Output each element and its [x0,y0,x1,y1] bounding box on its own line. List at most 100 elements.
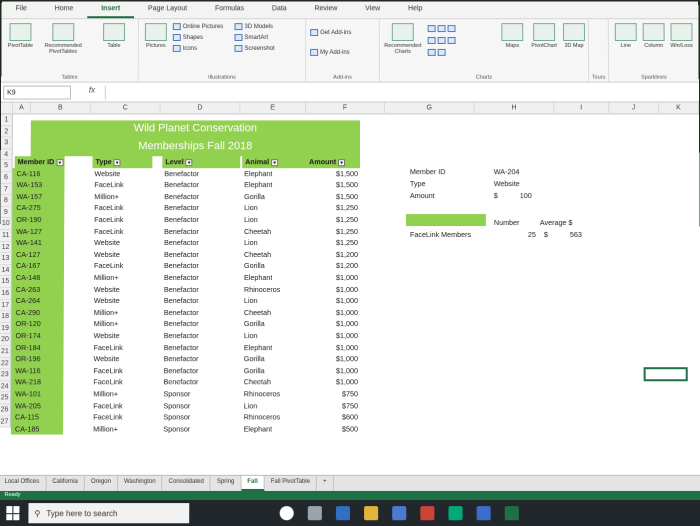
worksheet-grid[interactable]: Wild Planet Conservation Memberships Fal… [0,114,700,475]
column-header-A[interactable]: A [12,102,31,115]
table-cell-amount[interactable]: $1,250 [312,237,358,249]
row-header[interactable]: 21 [0,346,12,358]
sheet-tab-oregon[interactable]: Oregon [84,475,118,491]
row-header[interactable]: 26 [0,404,12,417]
table-cell-type[interactable]: Million+ [94,191,119,203]
table-cell-level[interactable]: Sponsor [163,423,190,435]
table-header-amount[interactable]: Amount ▾ [306,156,360,168]
smartart-button[interactable]: SmartArt [234,34,268,41]
row-header[interactable]: 6 [0,172,13,184]
table-cell-type[interactable]: Million+ [93,388,118,400]
table-cell-animal[interactable]: Lion [244,214,258,226]
table-cell-level[interactable]: Benefactor [164,330,199,342]
table-cell-level[interactable]: Benefactor [164,249,199,261]
name-box[interactable]: K9 [3,85,71,100]
table-cell-member-id[interactable]: WA-116 [15,365,40,377]
pivottable-button[interactable]: PivotTable [5,23,35,49]
row-header[interactable]: 1 [0,114,13,126]
table-cell-animal[interactable]: Lion [244,295,258,307]
select-all-corner[interactable] [1,102,14,115]
cortana-icon[interactable] [279,506,294,521]
table-cell-member-id[interactable]: OR-120 [16,318,41,330]
scatter-chart-button[interactable] [427,48,446,56]
table-cell-member-id[interactable]: WA-127 [16,226,42,238]
formula-input[interactable] [104,85,697,100]
table-cell-type[interactable]: Million+ [94,307,119,319]
stats-average-header[interactable]: Average $ [540,218,573,227]
table-cell-amount[interactable]: $1,200 [312,260,358,272]
table-cell-level[interactable]: Benefactor [164,237,199,249]
sheet-tab-local-offices[interactable]: Local Offices [0,475,47,491]
sheet-title[interactable]: Wild Planet Conservation [30,120,360,139]
menu-tab-review[interactable]: Review [301,1,352,18]
table-cell-type[interactable]: Million+ [94,318,119,330]
table-cell-animal[interactable]: Cheetah [244,377,271,389]
lookup-type-value[interactable]: Website [494,179,520,188]
row-header[interactable]: 23 [0,369,12,382]
table-cell-amount[interactable]: $1,500 [312,191,358,203]
chrome-icon[interactable] [420,506,435,521]
windows-start-icon[interactable] [6,506,20,521]
row-header[interactable]: 19 [0,322,12,335]
table-cell-amount[interactable]: $1,000 [312,365,358,377]
taskbar-search[interactable]: ⚲ Type here to search [28,503,190,524]
recommended-charts-button[interactable]: Recommended Charts [384,23,422,55]
row-header[interactable]: 7 [0,183,13,196]
row-header[interactable]: 18 [0,311,12,323]
row-header[interactable]: 10 [0,218,13,231]
table-cell-member-id[interactable]: CA-263 [16,284,40,296]
table-cell-level[interactable]: Benefactor [164,272,199,284]
file-explorer-icon[interactable] [364,506,379,521]
screenshot-button[interactable]: Screenshot [234,44,275,52]
menu-tab-file[interactable]: File [2,1,41,18]
filter-dropdown-icon[interactable]: ▾ [185,158,193,166]
row-header[interactable]: 22 [0,357,12,370]
column-header-G[interactable]: G [384,102,475,115]
app-icon[interactable] [448,506,463,521]
filter-dropdown-icon[interactable]: ▾ [271,158,279,166]
table-cell-level[interactable]: Benefactor [164,318,199,330]
table-cell-type[interactable]: Website [94,330,120,342]
table-cell-member-id[interactable]: CA-264 [16,295,40,307]
table-cell-type[interactable]: Website [94,168,120,180]
lookup-member-id-label[interactable]: Member ID [410,167,445,176]
sheet-subtitle[interactable]: Memberships Fall 2018 [30,138,360,157]
sheet-tab-fall[interactable]: Fall [241,475,265,491]
table-cell-level[interactable]: Sponsor [163,400,190,412]
row-header[interactable]: 20 [0,334,12,347]
table-header-level[interactable]: Level ▾ [162,156,241,168]
sheet-tab-washington[interactable]: Washington [117,475,163,491]
column-header-D[interactable]: D [160,102,241,115]
table-cell-level[interactable]: Benefactor [164,295,199,307]
row-header[interactable]: 27 [0,416,11,428]
table-cell-type[interactable]: Million+ [94,272,119,284]
table-cell-animal[interactable]: Rhinoceros [244,412,280,424]
table-cell-amount[interactable]: $1,000 [312,272,358,284]
table-cell-level[interactable]: Benefactor [164,260,199,272]
table-cell-level[interactable]: Benefactor [164,307,199,319]
table-cell-amount[interactable]: $1,500 [312,168,358,180]
fx-icon[interactable]: fx [89,86,95,95]
table-cell-animal[interactable]: Elephant [244,168,272,180]
table-cell-animal[interactable]: Cheetah [244,307,271,319]
bar-chart-button[interactable] [427,37,456,44]
table-cell-animal[interactable]: Elephant [244,423,272,435]
table-cell-member-id[interactable]: CA-275 [16,202,40,214]
excel-icon[interactable] [504,506,519,521]
add-sheet-icon[interactable]: + [317,475,334,491]
table-cell-member-id[interactable]: CA-115 [15,412,39,424]
table-cell-amount[interactable]: $1,000 [312,342,358,354]
table-cell-member-id[interactable]: CA-127 [16,249,40,261]
table-cell-type[interactable]: Website [94,295,120,307]
stats-label[interactable]: FaceLink Members [410,230,471,239]
my-addins-button[interactable]: My Add-ins [310,48,350,56]
table-cell-animal[interactable]: Lion [244,330,258,342]
sheet-tab-consolidated[interactable]: Consolidated [162,475,211,491]
table-cell-amount[interactable]: $1,000 [312,377,358,389]
pictures-button[interactable]: Pictures [141,23,171,49]
stats-number-header[interactable]: Number [494,218,520,227]
column-header-F[interactable]: F [306,102,385,115]
table-cell-animal[interactable]: Elephant [244,272,272,284]
row-header[interactable]: 2 [0,125,13,138]
selected-cell-k9[interactable] [643,367,688,382]
